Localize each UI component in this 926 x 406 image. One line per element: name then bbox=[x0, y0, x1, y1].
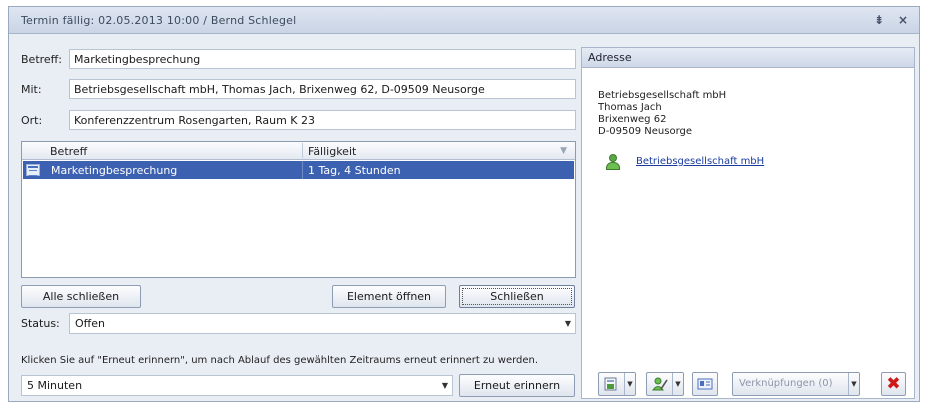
contact-person-icon bbox=[606, 154, 620, 170]
address-city: D-09509 Neusorge bbox=[598, 126, 693, 137]
appointment-icon bbox=[26, 164, 40, 176]
close-all-button[interactable]: Alle schließen bbox=[21, 285, 141, 308]
red-x-icon: ✖ bbox=[886, 374, 901, 394]
reminder-window: Termin fällig: 02.05.2013 10:00 / Bernd … bbox=[8, 6, 920, 402]
reminder-table: Betreff Fälligkeit ▼ Marketingbesprechun… bbox=[21, 141, 576, 278]
new-item-button[interactable]: ▼ bbox=[598, 372, 636, 396]
open-element-button[interactable]: Element öffnen bbox=[332, 285, 446, 308]
status-dropdown[interactable]: Offen ▼ bbox=[69, 313, 576, 334]
chevron-down-icon[interactable]: ▼ bbox=[848, 373, 859, 395]
contact-card-icon bbox=[697, 378, 713, 390]
status-value: Offen bbox=[75, 317, 105, 330]
chevron-down-icon[interactable]: ▼ bbox=[442, 381, 448, 390]
address-street: Brixenweg 62 bbox=[598, 114, 667, 125]
mit-field[interactable]: Betriebsgesellschaft mbH, Thomas Jach, B… bbox=[69, 79, 576, 99]
links-button[interactable]: Verknüpfungen (0) ▼ bbox=[732, 372, 860, 396]
ort-field[interactable]: Konferenzzentrum Rosengarten, Raum K 23 bbox=[69, 110, 576, 130]
column-divider[interactable] bbox=[302, 143, 303, 158]
links-button-label: Verknüpfungen (0) bbox=[739, 378, 833, 389]
close-window-button[interactable]: × bbox=[895, 12, 911, 28]
betreff-field[interactable]: Marketingbesprechung bbox=[69, 49, 576, 69]
close-button[interactable]: Schließen bbox=[459, 285, 575, 308]
snooze-button[interactable]: Erneut erinnern bbox=[459, 374, 575, 397]
assign-contact-button[interactable]: ▼ bbox=[646, 372, 684, 396]
window-title: Termin fällig: 02.05.2013 10:00 / Bernd … bbox=[21, 14, 297, 27]
address-company: Betriebsgesellschaft mbH bbox=[598, 90, 727, 101]
contact-card-button[interactable] bbox=[692, 372, 718, 396]
column-header-betreff[interactable]: Betreff bbox=[50, 145, 87, 158]
snooze-hint: Klicken Sie auf "Erneut erinnern", um na… bbox=[21, 355, 539, 366]
status-label: Status: bbox=[21, 317, 60, 330]
snooze-interval-value: 5 Minuten bbox=[27, 379, 83, 392]
address-contact: Thomas Jach bbox=[598, 102, 662, 113]
title-bar[interactable]: Termin fällig: 02.05.2013 10:00 / Bernd … bbox=[9, 7, 919, 34]
sort-arrow-icon: ▼ bbox=[560, 146, 567, 156]
chevron-down-icon[interactable]: ▼ bbox=[624, 373, 635, 395]
chevron-down-icon[interactable]: ▼ bbox=[565, 319, 571, 328]
delete-button[interactable]: ✖ bbox=[881, 372, 906, 396]
chevron-down-icon[interactable]: ▼ bbox=[672, 373, 683, 395]
person-pen-icon bbox=[652, 377, 668, 391]
mit-label: Mit: bbox=[21, 83, 42, 96]
reminder-main-panel: Betreff: Marketingbesprechung Mit: Betri… bbox=[9, 35, 576, 401]
row-divider bbox=[302, 161, 303, 179]
address-header: Adresse bbox=[582, 48, 914, 68]
new-document-icon bbox=[604, 377, 617, 391]
row-faelligkeit: 1 Tag, 4 Stunden bbox=[308, 164, 401, 177]
pin-icon[interactable]: ⇟ bbox=[871, 12, 887, 28]
table-header: Betreff Fälligkeit ▼ bbox=[22, 142, 575, 160]
contact-link[interactable]: Betriebsgesellschaft mbH bbox=[636, 156, 764, 167]
row-betreff: Marketingbesprechung bbox=[51, 164, 178, 177]
snooze-interval-dropdown[interactable]: 5 Minuten ▼ bbox=[21, 375, 453, 396]
address-panel: Adresse Betriebsgesellschaft mbH Thomas … bbox=[581, 47, 915, 399]
ort-label: Ort: bbox=[21, 114, 43, 127]
table-row[interactable]: Marketingbesprechung 1 Tag, 4 Stunden bbox=[23, 161, 574, 179]
betreff-label: Betreff: bbox=[21, 53, 62, 66]
column-header-faelligkeit[interactable]: Fälligkeit bbox=[308, 145, 356, 158]
